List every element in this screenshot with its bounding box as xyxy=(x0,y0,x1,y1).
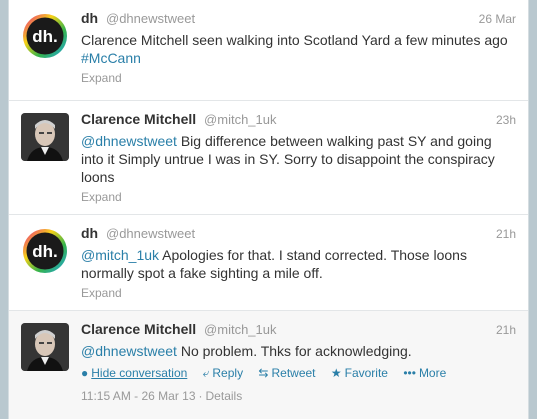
star-icon: ★ xyxy=(330,366,342,380)
details-link[interactable]: Details xyxy=(206,389,243,403)
dh-logo-text: dh. xyxy=(32,242,58,261)
tweet-time[interactable]: 23h xyxy=(496,113,516,127)
dh-logo-icon: dh. xyxy=(21,227,69,275)
tweet-text-segment: No problem. Thks for acknowledging. xyxy=(176,343,412,359)
tweet-text-segment: Clarence Mitchell seen walking into Scot… xyxy=(81,32,508,48)
avatar-dh[interactable]: dh. xyxy=(21,12,69,60)
reply-button[interactable]: ⤶ Reply xyxy=(203,366,243,381)
author-handle[interactable]: @dhnewstweet xyxy=(106,226,195,241)
mention-link[interactable]: @mitch_1uk xyxy=(81,247,159,263)
mention-link[interactable]: @dhnewstweet xyxy=(81,343,177,359)
avatar-clarence[interactable] xyxy=(21,323,69,371)
mention-link[interactable]: @dhnewstweet xyxy=(81,133,177,149)
tweet-time[interactable]: 21h xyxy=(496,323,516,337)
timeline: dh. dh @dhnewstweet 26 Mar Clarence Mitc… xyxy=(8,0,529,419)
author-name[interactable]: Clarence Mitchell xyxy=(81,321,196,337)
hide-conversation-label: Hide conversation xyxy=(91,366,188,380)
author-name[interactable]: dh xyxy=(81,225,98,241)
favorite-button[interactable]: ★ Favorite xyxy=(331,366,388,380)
tweet-time[interactable]: 26 Mar xyxy=(479,12,516,26)
dh-logo-text: dh. xyxy=(32,27,58,46)
expand-link[interactable]: Expand xyxy=(81,190,516,204)
avatar-clarence[interactable] xyxy=(21,113,69,161)
retweet-icon: ⇆ xyxy=(258,366,269,380)
author-handle[interactable]: @mitch_1uk xyxy=(204,322,276,337)
tweet-timestamp[interactable]: 11:15 AM - 26 Mar 13 xyxy=(81,389,196,403)
avatar-dh[interactable]: dh. xyxy=(21,227,69,275)
tweet-item[interactable]: dh. dh @dhnewstweet 21h @mitch_1uk Apolo… xyxy=(9,215,528,311)
separator-dot: · xyxy=(198,389,203,403)
tweet-text: @dhnewstweet No problem. Thks for acknow… xyxy=(81,342,516,360)
reply-arrow-icon: ⤶ xyxy=(202,366,210,380)
retweet-button[interactable]: ⇆ Retweet xyxy=(258,366,315,380)
hide-conversation-button[interactable]: ● Hide conversation xyxy=(81,366,187,380)
reply-label: Reply xyxy=(212,366,244,380)
person-photo-icon xyxy=(21,113,69,161)
tweet-text: @mitch_1uk Apologies for that. I stand c… xyxy=(81,246,516,282)
more-dots-icon: ••• xyxy=(403,366,416,380)
author-handle[interactable]: @dhnewstweet xyxy=(106,11,195,26)
dh-logo-icon: dh. xyxy=(21,12,69,60)
speech-bubble-icon: ● xyxy=(81,366,89,380)
tweet-item[interactable]: dh. dh @dhnewstweet 26 Mar Clarence Mitc… xyxy=(9,0,528,101)
hashtag-link[interactable]: #McCann xyxy=(81,50,141,66)
tweet-metadata: 11:15 AM - 26 Mar 13 · Details xyxy=(81,389,242,403)
tweet-text: Clarence Mitchell seen walking into Scot… xyxy=(81,31,516,67)
person-photo-icon xyxy=(21,323,69,371)
author-handle[interactable]: @mitch_1uk xyxy=(204,112,276,127)
expand-link[interactable]: Expand xyxy=(81,71,516,85)
author-name[interactable]: Clarence Mitchell xyxy=(81,111,196,127)
more-label: More xyxy=(418,366,447,380)
expand-link[interactable]: Expand xyxy=(81,286,516,300)
tweet-text: @dhnewstweet Big difference between walk… xyxy=(81,132,516,186)
favorite-label: Favorite xyxy=(344,366,388,380)
author-name[interactable]: dh xyxy=(81,10,98,26)
more-button[interactable]: ••• More xyxy=(403,366,446,380)
tweet-item-expanded[interactable]: Clarence Mitchell @mitch_1uk 21h @dhnews… xyxy=(9,311,528,419)
tweet-item[interactable]: Clarence Mitchell @mitch_1uk 23h @dhnews… xyxy=(9,101,528,215)
retweet-label: Retweet xyxy=(271,366,316,380)
tweet-actions: ● Hide conversation ⤶ Reply ⇆ Retweet ★ Favo… xyxy=(81,366,516,382)
tweet-time[interactable]: 21h xyxy=(496,227,516,241)
